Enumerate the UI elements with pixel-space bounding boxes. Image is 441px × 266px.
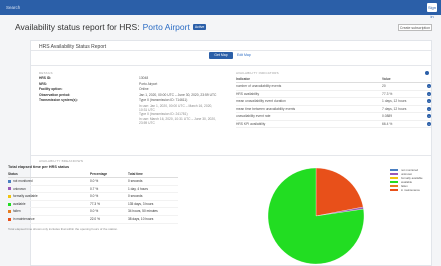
transmission-1-period: In use: Jan 1, 2020, 00:00 UTC – March 1…: [139, 103, 213, 113]
arrow-right-icon[interactable]: ›: [427, 121, 431, 126]
status-color-swatch: [8, 210, 11, 214]
status-percentage: 0.0 %: [90, 194, 99, 199]
edit-map-button[interactable]: Edit Map: [237, 52, 261, 59]
status-percentage: 0.0 %: [90, 209, 99, 214]
legend-item[interactable]: in maintenance: [390, 188, 423, 192]
legend-swatch: [390, 168, 398, 172]
station-link[interactable]: Porto Airport: [143, 22, 190, 32]
legend-swatch: [390, 172, 398, 176]
arrow-right-icon[interactable]: ›: [427, 106, 431, 111]
col-value: Value: [382, 77, 391, 81]
status-name: available: [13, 201, 26, 206]
search-input[interactable]: Search: [6, 3, 86, 12]
details-list: HRS ID: 13048 NRS: Porto Airport Facility …: [39, 76, 219, 125]
table-row: in maintenance 22.0 % 38 days, 10 hours: [8, 216, 178, 224]
indicators-table: Indicator Value number of unavailability …: [236, 76, 431, 128]
status-total-time: 135 days, 3 hours: [128, 201, 154, 206]
col-percentage: Percentage: [90, 172, 108, 176]
table-row: fallen 0.0 % 34 hours, 50 minutes: [8, 208, 178, 216]
col-indicator: Indicator: [236, 77, 250, 81]
legend-swatch: [390, 184, 398, 188]
col-total: Total time: [128, 172, 143, 176]
status-total-time: 0 seconds: [128, 179, 143, 183]
status-total-time: 38 days, 10 hours: [128, 216, 154, 221]
table-header: Indicator Value: [236, 76, 431, 83]
status-percentage: 77.3 %: [90, 201, 100, 206]
legend-swatch: [390, 176, 398, 180]
table-row: HRS KPI availability 66.4 % ›: [236, 121, 431, 128]
get-map-button[interactable]: Get Map: [209, 52, 233, 59]
detail-key: Transmission system(s):: [39, 98, 78, 103]
legend-label: in maintenance: [401, 188, 420, 192]
table-row: available 77.3 % 135 days, 3 hours: [8, 201, 178, 209]
status-table: Total elapsed time per HRS status Status…: [8, 165, 178, 231]
status-badge: Active: [192, 24, 207, 30]
status-total-time: 1 day, 4 hours: [128, 186, 148, 191]
status-name: not monitored: [13, 179, 33, 183]
status-color-swatch: [8, 187, 11, 191]
top-navigation-bar: Search Sign in: [0, 0, 441, 19]
status-name: fallen: [13, 209, 21, 214]
divider: [31, 155, 431, 156]
table-header: Status Percentage Total time: [8, 171, 178, 178]
status-footnote: Total elapsed time shown only includes t…: [8, 226, 118, 231]
arrow-right-icon[interactable]: ›: [427, 99, 431, 104]
status-name: unknown: [13, 186, 26, 191]
page-title-row: Availability status report for HRS: Port…: [15, 21, 207, 33]
page-title: Availability status report for HRS:: [15, 22, 140, 32]
status-total-time: 34 hours, 50 minutes: [128, 209, 158, 214]
status-percentage: 0.7 %: [90, 186, 99, 191]
table-row: unavailability event rate 0.0889 ›: [236, 113, 431, 121]
status-percentage: 22.0 %: [90, 216, 100, 221]
table-row: number of unavailability events 20 ›: [236, 83, 431, 91]
status-percentage: 0.0 %: [90, 179, 99, 183]
info-icon[interactable]: [425, 71, 429, 75]
details-section-label: DETAILS: [39, 71, 53, 75]
chart-legend: not monitored unknown formally available av…: [390, 168, 423, 192]
breakdown-section-label: AVAILABILITY BREAKDOWN: [39, 159, 84, 163]
status-pie-chart: [267, 167, 365, 265]
arrow-right-icon[interactable]: ›: [427, 91, 431, 96]
transmission-1: Type II (transmission ID: 714611): [139, 98, 188, 103]
status-name: formally available: [13, 194, 38, 199]
divider: [31, 50, 431, 51]
status-color-swatch: [8, 194, 11, 198]
table-row: not monitored 0.0 % 0 seconds: [8, 178, 178, 186]
status-color-swatch: [8, 179, 11, 183]
divider: [31, 65, 431, 66]
indicators-section-label: AVAILABILITY INDICATORS: [236, 71, 279, 75]
transmission-2-period: In use: March 16, 2020, 10:31 UTC – June…: [139, 116, 216, 125]
detail-row: Transmission system(s): Type II (transmi…: [39, 98, 219, 125]
status-name: in maintenance: [13, 216, 35, 221]
table-row: mean time between unavailability events 7…: [236, 106, 431, 113]
col-status: Status: [8, 172, 18, 176]
create-subscription-button[interactable]: Create subscription: [398, 24, 432, 31]
status-color-swatch: [8, 202, 11, 206]
arrow-right-icon[interactable]: ›: [427, 84, 431, 89]
status-color-swatch: [8, 217, 11, 221]
table-row: formally available 0.0 % 0 seconds: [8, 193, 178, 201]
legend-swatch: [390, 188, 398, 192]
legend-swatch: [390, 180, 398, 184]
detail-value: Type II (transmission ID: 714611) In use…: [139, 98, 219, 125]
table-row: mean unavailability event duration 1 days…: [236, 98, 431, 106]
report-panel: HRS Availability Status Report Get Map E…: [30, 40, 432, 266]
status-table-title: Total elapsed time per HRS status: [8, 165, 70, 169]
status-total-time: 0 seconds: [128, 194, 143, 199]
arrow-right-icon[interactable]: ›: [427, 114, 431, 119]
table-row: HRS availability 77.3 % ›: [236, 91, 431, 98]
table-row: unknown 0.7 % 1 day, 4 hours: [8, 186, 178, 194]
sign-in-button[interactable]: Sign in: [427, 3, 437, 19]
